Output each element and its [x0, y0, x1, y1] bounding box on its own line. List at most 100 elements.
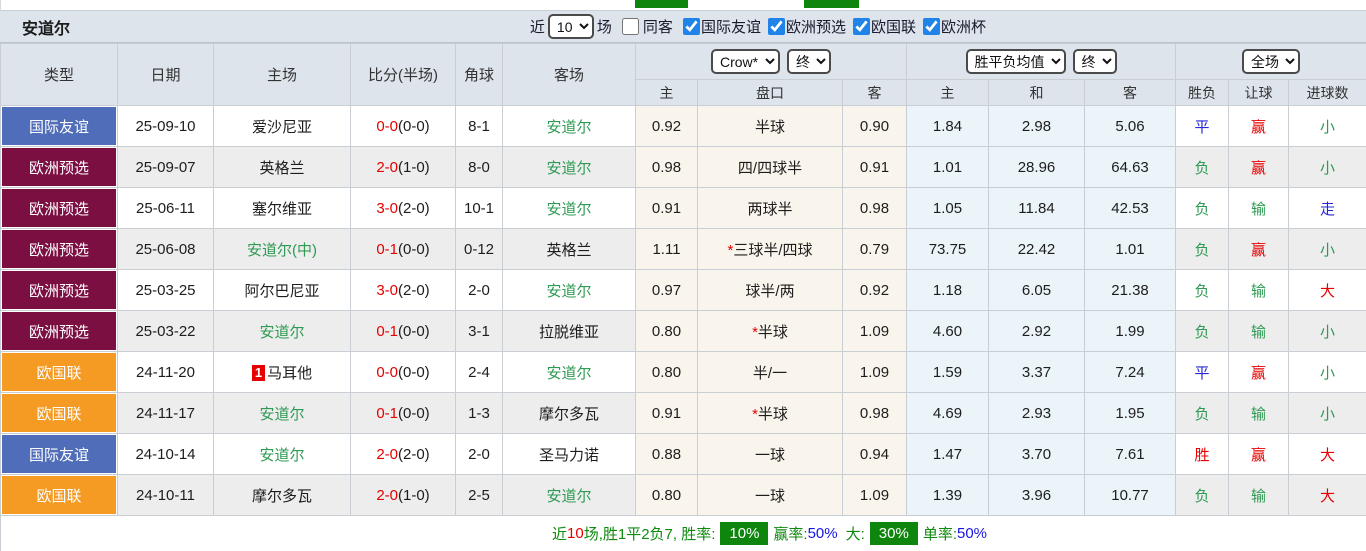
recent-count-select[interactable]: 10 — [548, 14, 594, 39]
corners-cell: 3-1 — [456, 311, 503, 352]
avg-win: 1.47 — [907, 434, 989, 475]
away-team: 安道尔 — [503, 106, 636, 147]
result-cell: 胜 — [1176, 434, 1229, 475]
avg-win: 1.05 — [907, 188, 989, 229]
bookmaker-select[interactable]: Crow* — [711, 49, 780, 74]
avg-draw: 2.92 — [989, 311, 1085, 352]
header-date: 日期 — [118, 44, 214, 106]
table-row: 欧洲预选25-03-25阿尔巴尼亚3-0(2-0)2-0安道尔0.97球半/两0… — [1, 270, 1366, 311]
scope-select[interactable]: 全场 — [1242, 49, 1300, 74]
avg-state-select[interactable]: 终 — [1073, 49, 1117, 74]
odd-rate-label: 单率: — [923, 523, 957, 544]
footer-summary: 场,胜1平2负7, 胜率: — [584, 523, 716, 544]
handicap-cell: *半球 — [698, 393, 843, 434]
goals-result-cell: 大 — [1289, 434, 1366, 475]
competition-label: 欧洲预选 — [786, 16, 846, 37]
odds-home: 0.80 — [636, 311, 698, 352]
result-cell: 负 — [1176, 229, 1229, 270]
odds-away: 0.90 — [843, 106, 907, 147]
score-cell: 0-1(0-0) — [351, 311, 456, 352]
table-row: 欧国联24-11-17安道尔0-1(0-0)1-3摩尔多瓦0.91*半球0.98… — [1, 393, 1366, 434]
home-team: 安道尔 — [214, 434, 351, 475]
let-result-cell: 赢 — [1229, 106, 1289, 147]
let-result-cell: 输 — [1229, 188, 1289, 229]
avg-win: 73.75 — [907, 229, 989, 270]
avg-draw: 11.84 — [989, 188, 1085, 229]
avg-lose: 21.38 — [1085, 270, 1176, 311]
big-rate-label: 大: — [846, 523, 865, 544]
header-corners: 角球 — [456, 44, 503, 106]
avg-lose: 5.06 — [1085, 106, 1176, 147]
competition-checkbox[interactable] — [853, 18, 870, 35]
score-cell: 3-0(2-0) — [351, 270, 456, 311]
corners-cell: 2-0 — [456, 270, 503, 311]
avg-lose: 10.77 — [1085, 475, 1176, 516]
corners-cell: 0-12 — [456, 229, 503, 270]
subheader-avg-win: 主 — [907, 80, 989, 106]
avg-draw: 6.05 — [989, 270, 1085, 311]
same-away-checkbox[interactable] — [622, 18, 639, 35]
result-cell: 负 — [1176, 311, 1229, 352]
avg-type-select[interactable]: 胜平负均值 — [966, 49, 1066, 74]
subheader-avg-draw: 和 — [989, 80, 1085, 106]
footer-count: 10 — [567, 525, 584, 542]
odds-home: 0.98 — [636, 147, 698, 188]
result-cell: 负 — [1176, 393, 1229, 434]
table-row: 欧洲预选25-06-11塞尔维亚3-0(2-0)10-1安道尔0.91两球半0.… — [1, 188, 1366, 229]
match-date: 25-09-07 — [118, 147, 214, 188]
goals-result-cell: 小 — [1289, 393, 1366, 434]
recent-label: 近 — [530, 16, 545, 37]
match-date: 24-10-14 — [118, 434, 214, 475]
previous-section-remnant — [0, 0, 1366, 10]
let-result-cell: 赢 — [1229, 147, 1289, 188]
odds-home: 0.92 — [636, 106, 698, 147]
competition-label: 国际友谊 — [701, 16, 761, 37]
match-type-cell: 国际友谊 — [1, 434, 118, 475]
score-cell: 3-0(2-0) — [351, 188, 456, 229]
handicap-cell: 球半/两 — [698, 270, 843, 311]
result-cell: 平 — [1176, 352, 1229, 393]
match-date: 24-10-11 — [118, 475, 214, 516]
competition-checkbox[interactable] — [768, 18, 785, 35]
score-cell: 0-0(0-0) — [351, 106, 456, 147]
avg-win: 4.69 — [907, 393, 989, 434]
partial-green-badge — [635, 0, 688, 8]
competition-filter: 欧国联 — [846, 16, 916, 37]
away-team: 圣马力诺 — [503, 434, 636, 475]
avg-lose: 7.61 — [1085, 434, 1176, 475]
win-rate-badge: 10% — [720, 522, 768, 545]
match-type-badge: 欧国联 — [2, 353, 116, 391]
competition-label: 欧洲杯 — [941, 16, 986, 37]
match-type-badge: 欧国联 — [2, 394, 116, 432]
scope-group-header: 全场 — [1176, 44, 1366, 80]
match-date: 25-06-08 — [118, 229, 214, 270]
match-type-cell: 欧洲预选 — [1, 270, 118, 311]
subheader-odds-away: 客 — [843, 80, 907, 106]
competition-checkbox[interactable] — [923, 18, 940, 35]
competition-checkbox[interactable] — [683, 18, 700, 35]
match-type-cell: 国际友谊 — [1, 106, 118, 147]
odds-home: 0.97 — [636, 270, 698, 311]
odds-away: 1.09 — [843, 475, 907, 516]
result-cell: 负 — [1176, 188, 1229, 229]
match-type-badge: 欧洲预选 — [2, 271, 116, 309]
goals-result-cell: 小 — [1289, 229, 1366, 270]
avg-lose: 7.24 — [1085, 352, 1176, 393]
competition-filter: 欧洲杯 — [916, 16, 986, 37]
goals-result-cell: 小 — [1289, 352, 1366, 393]
match-type-badge: 欧洲预选 — [2, 312, 116, 350]
odds-home: 1.11 — [636, 229, 698, 270]
odds-state-select[interactable]: 终 — [787, 49, 831, 74]
match-type-badge: 欧洲预选 — [2, 189, 116, 227]
score-cell: 2-0(1-0) — [351, 147, 456, 188]
home-team: 安道尔 — [214, 393, 351, 434]
goals-result-cell: 大 — [1289, 475, 1366, 516]
corners-cell: 2-0 — [456, 434, 503, 475]
match-type-badge: 欧洲预选 — [2, 230, 116, 268]
avg-group-header: 胜平负均值 终 — [907, 44, 1176, 80]
avg-win: 1.39 — [907, 475, 989, 516]
avg-draw: 22.42 — [989, 229, 1085, 270]
corners-cell: 2-4 — [456, 352, 503, 393]
let-result-cell: 输 — [1229, 393, 1289, 434]
header-away: 客场 — [503, 44, 636, 106]
